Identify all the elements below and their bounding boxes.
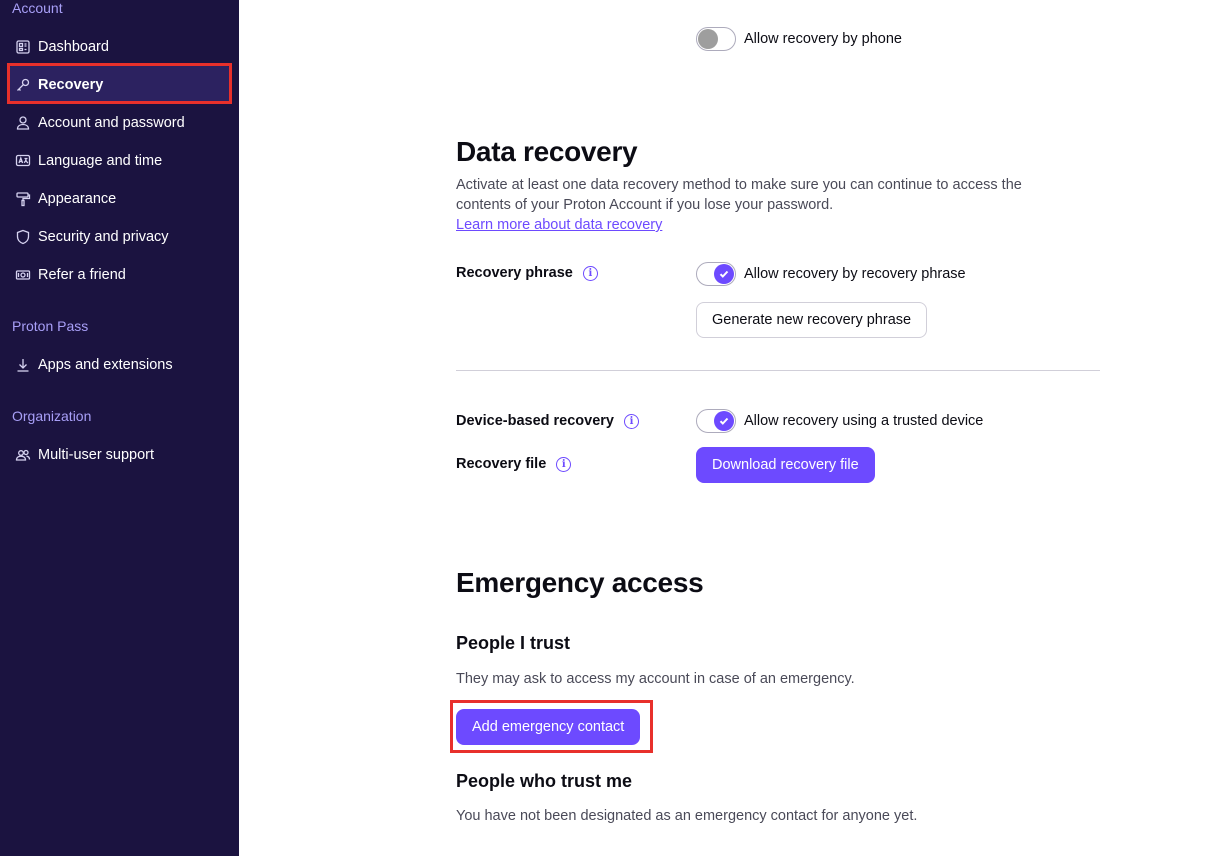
divider <box>456 370 1100 371</box>
device-recovery-toggle-label: Allow recovery using a trusted device <box>744 413 984 429</box>
toggle-knob <box>698 29 718 49</box>
sidebar-item-security-and-privacy[interactable]: Security and privacy <box>8 218 231 256</box>
sidebar: Account Dashboard Recovery Account and p… <box>0 0 239 856</box>
people-i-trust-description: They may ask to access my account in cas… <box>456 671 855 687</box>
device-recovery-label: Device-based recovery i <box>456 413 639 429</box>
sidebar-item-label: Apps and extensions <box>38 357 173 373</box>
sidebar-item-recovery[interactable]: Recovery <box>8 66 231 104</box>
people-who-trust-me-description: You have not been designated as an emerg… <box>456 808 918 824</box>
dashboard-icon <box>14 38 32 56</box>
sidebar-item-dashboard[interactable]: Dashboard <box>8 28 231 66</box>
download-icon <box>14 356 32 374</box>
section-title-proton-pass: Proton Pass <box>12 318 89 334</box>
shield-icon <box>14 228 32 246</box>
info-icon[interactable]: i <box>556 456 572 472</box>
device-recovery-toggle[interactable] <box>696 409 736 433</box>
sidebar-item-label: Refer a friend <box>38 267 126 283</box>
recovery-phrase-toggle-label: Allow recovery by recovery phrase <box>744 266 966 282</box>
data-recovery-title: Data recovery <box>456 136 638 167</box>
learn-more-data-recovery-link[interactable]: Learn more about data recovery <box>456 217 662 233</box>
emergency-access-title: Emergency access <box>456 567 704 598</box>
check-icon <box>714 411 734 431</box>
people-who-trust-me-title: People who trust me <box>456 771 633 791</box>
sidebar-item-label: Language and time <box>38 153 163 169</box>
sidebar-item-label: Appearance <box>38 191 117 207</box>
sidebar-item-language-and-time[interactable]: Language and time <box>8 142 231 180</box>
sidebar-item-appearance[interactable]: Appearance <box>8 180 231 218</box>
section-title-organization: Organization <box>12 408 92 424</box>
key-icon <box>14 76 32 94</box>
main-content: Allow recovery by phone Data recovery Ac… <box>239 0 1225 856</box>
people-i-trust-title: People I trust <box>456 633 571 653</box>
phone-recovery-toggle-label: Allow recovery by phone <box>744 31 902 47</box>
recovery-file-label: Recovery file i <box>456 456 572 472</box>
sidebar-item-refer-a-friend[interactable]: Refer a friend <box>8 256 231 294</box>
info-icon[interactable]: i <box>582 265 598 281</box>
users-icon <box>14 446 32 464</box>
add-emergency-contact-button[interactable]: Add emergency contact <box>456 709 641 745</box>
generate-recovery-phrase-button[interactable]: Generate new recovery phrase <box>696 302 928 338</box>
language-icon <box>14 152 32 170</box>
sidebar-item-label: Multi-user support <box>38 447 155 463</box>
user-icon <box>14 114 32 132</box>
sidebar-item-label: Dashboard <box>38 39 109 55</box>
recovery-phrase-label: Recovery phrase i <box>456 265 598 281</box>
download-recovery-file-button[interactable]: Download recovery file <box>696 447 875 483</box>
sidebar-item-label: Account and password <box>38 115 185 131</box>
sidebar-item-apps-and-extensions[interactable]: Apps and extensions <box>8 346 231 384</box>
data-recovery-description: Activate at least one data recovery meth… <box>456 177 1022 233</box>
money-icon <box>14 266 32 284</box>
info-icon[interactable]: i <box>624 413 639 429</box>
sidebar-item-multi-user-support[interactable]: Multi-user support <box>8 436 231 474</box>
sidebar-item-account-and-password[interactable]: Account and password <box>8 104 231 142</box>
sidebar-item-label: Recovery <box>38 77 104 93</box>
paint-roller-icon <box>14 190 32 208</box>
phone-recovery-toggle[interactable] <box>696 27 736 51</box>
recovery-phrase-toggle[interactable] <box>696 262 736 286</box>
sidebar-item-label: Security and privacy <box>38 229 169 245</box>
check-icon <box>714 264 734 284</box>
section-title-account: Account <box>12 0 63 16</box>
